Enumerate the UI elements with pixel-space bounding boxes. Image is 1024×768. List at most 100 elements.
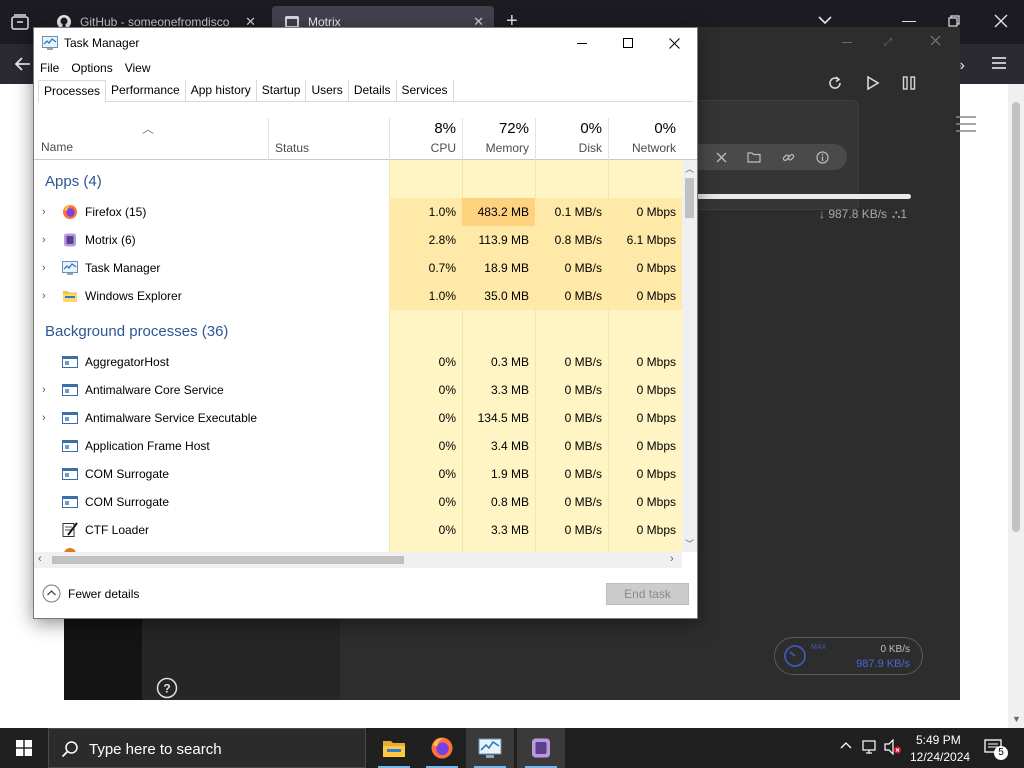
taskbar-file-explorer[interactable] bbox=[370, 728, 418, 768]
group-apps[interactable]: Apps (4) bbox=[45, 173, 102, 190]
table-row[interactable]: COM Surrogate 0% 0.8 MB 0 MB/s 0 Mbps bbox=[34, 488, 682, 516]
expand-chevron-icon[interactable]: › bbox=[42, 412, 46, 424]
memory-cell: 18.9 MB bbox=[462, 254, 535, 282]
motrix-maximize-icon[interactable]: ⤢ bbox=[884, 37, 892, 48]
motrix-minimize-icon[interactable] bbox=[842, 42, 852, 43]
table-row[interactable]: › Motrix (6) 2.8% 113.9 MB 0.8 MB/s 6.1 … bbox=[34, 226, 682, 254]
expand-chevron-icon[interactable]: › bbox=[42, 290, 46, 302]
scroll-right-arrow-icon[interactable]: › bbox=[670, 553, 674, 565]
search-placeholder: Type here to search bbox=[89, 741, 222, 758]
disk-cell: 0 MB/s bbox=[535, 254, 608, 282]
end-task-button[interactable]: End task bbox=[606, 583, 689, 605]
memory-cell: 1.9 MB bbox=[490, 467, 529, 481]
info-icon[interactable] bbox=[816, 150, 829, 164]
disk-cell: 0.8 MB/s bbox=[535, 226, 608, 254]
table-row[interactable]: › Task Manager 0.7% 18.9 MB 0 MB/s 0 Mbp… bbox=[34, 254, 682, 282]
title-bar[interactable]: Task Manager bbox=[34, 28, 697, 58]
table-row[interactable]: Application Frame Host 0% 3.4 MB 0 MB/s … bbox=[34, 432, 682, 460]
expand-chevron-icon[interactable]: › bbox=[42, 384, 46, 396]
tab-app-history[interactable]: App history bbox=[186, 80, 257, 101]
horizontal-scroll-thumb[interactable] bbox=[52, 556, 404, 564]
memory-cell: 0.3 MB bbox=[490, 355, 529, 369]
tab-details[interactable]: Details bbox=[349, 80, 397, 101]
taskbar-task-manager[interactable] bbox=[466, 728, 514, 768]
page-scroll-thumb[interactable] bbox=[1012, 102, 1020, 532]
group-background-processes[interactable]: Background processes (36) bbox=[45, 323, 228, 340]
help-icon[interactable]: ? bbox=[156, 677, 178, 699]
refresh-icon[interactable] bbox=[827, 75, 843, 91]
taskbar-motrix[interactable] bbox=[517, 728, 565, 768]
table-row[interactable]: AggregatorHost 0% 0.3 MB 0 MB/s 0 Mbps bbox=[34, 348, 682, 376]
tab-list-icon[interactable] bbox=[11, 14, 29, 30]
start-button[interactable] bbox=[0, 728, 48, 768]
menu-file[interactable]: File bbox=[34, 58, 65, 78]
task-manager-app-icon bbox=[42, 35, 58, 51]
menu-view[interactable]: View bbox=[119, 58, 157, 78]
vertical-scroll-thumb[interactable] bbox=[685, 178, 694, 218]
column-disk[interactable]: 0% Disk bbox=[535, 118, 608, 160]
show-hidden-icons-chevron-icon[interactable] bbox=[840, 741, 852, 749]
tab-startup[interactable]: Startup bbox=[257, 80, 307, 101]
hamburger-menu-icon[interactable] bbox=[956, 115, 976, 133]
tab-performance[interactable]: Performance bbox=[106, 80, 186, 101]
table-row[interactable]: CTF Loader 0% 3.3 MB 0 MB/s 0 Mbps bbox=[34, 516, 682, 544]
minimize-icon[interactable] bbox=[902, 21, 916, 22]
delete-task-icon[interactable] bbox=[716, 152, 727, 163]
close-button[interactable] bbox=[651, 28, 697, 58]
menu-options[interactable]: Options bbox=[65, 58, 118, 78]
process-name: COM Surrogate bbox=[85, 467, 170, 481]
table-row[interactable]: › Firefox (15) 1.0% 483.2 MB 0.1 MB/s 0 … bbox=[34, 198, 682, 226]
column-cpu[interactable]: 8% CPU bbox=[389, 118, 462, 160]
resume-all-icon[interactable] bbox=[866, 76, 880, 90]
tab-services[interactable]: Services bbox=[397, 80, 454, 101]
tab-users[interactable]: Users bbox=[306, 80, 349, 101]
network-cell: 0 Mbps bbox=[608, 198, 682, 226]
tab-processes[interactable]: Processes bbox=[38, 80, 107, 103]
motrix-close-icon[interactable] bbox=[930, 35, 941, 46]
scroll-left-arrow-icon[interactable]: ‹ bbox=[38, 553, 42, 565]
scroll-down-arrow-icon[interactable]: ▼ bbox=[1012, 714, 1021, 724]
horizontal-scrollbar[interactable]: ‹ › bbox=[34, 552, 682, 568]
list-all-tabs-icon[interactable] bbox=[818, 15, 832, 25]
copy-link-icon[interactable] bbox=[782, 151, 795, 164]
file-explorer-icon bbox=[383, 741, 405, 757]
cpu-cell: 2.8% bbox=[389, 226, 462, 254]
vertical-scrollbar[interactable]: ︿ ﹀ bbox=[682, 160, 697, 552]
svg-text:?: ? bbox=[163, 682, 170, 696]
expand-chevron-icon[interactable]: › bbox=[42, 262, 46, 274]
pause-all-icon[interactable] bbox=[902, 76, 916, 90]
clock-time[interactable]: 5:49 PM bbox=[916, 733, 961, 747]
maximize-button[interactable] bbox=[605, 28, 651, 58]
task-manager-icon bbox=[478, 738, 502, 758]
memory-cell: 3.3 MB bbox=[490, 383, 529, 397]
taskbar-search-box[interactable]: Type here to search bbox=[48, 728, 366, 768]
table-row[interactable]: › Antimalware Service Executable 0% 134.… bbox=[34, 404, 682, 432]
back-icon[interactable] bbox=[14, 56, 32, 72]
column-memory[interactable]: 72% Memory bbox=[462, 118, 535, 160]
process-list: Apps (4) › Firefox (15) 1.0% 483.2 MB 0.… bbox=[34, 160, 682, 552]
clock-date[interactable]: 12/24/2024 bbox=[910, 750, 970, 764]
app-menu-icon[interactable] bbox=[992, 57, 1006, 69]
column-header: ︿ Name Status 8% CPU 72% Memory 0% Disk … bbox=[34, 118, 697, 160]
taskbar-firefox[interactable] bbox=[418, 728, 466, 768]
restore-icon[interactable] bbox=[948, 15, 960, 27]
column-name[interactable]: Name bbox=[41, 140, 73, 154]
fewer-details-button[interactable]: Fewer details bbox=[42, 584, 139, 603]
minimize-button[interactable] bbox=[559, 28, 605, 58]
folder-icon[interactable] bbox=[747, 151, 762, 163]
scroll-down-arrow-icon[interactable]: ﹀ bbox=[685, 537, 694, 550]
table-row[interactable]: › Antimalware Core Service 0% 3.3 MB 0 M… bbox=[34, 376, 682, 404]
memory-total: 72% bbox=[498, 120, 529, 137]
network-icon[interactable] bbox=[862, 739, 880, 755]
table-row[interactable]: › Windows Explorer 1.0% 35.0 MB 0 MB/s 0… bbox=[34, 282, 682, 310]
table-row[interactable]: COM Surrogate 0% 1.9 MB 0 MB/s 0 Mbps bbox=[34, 460, 682, 488]
column-network[interactable]: 0% Network bbox=[608, 118, 682, 160]
expand-chevron-icon[interactable]: › bbox=[42, 234, 46, 246]
close-window-icon[interactable] bbox=[994, 14, 1008, 28]
speedometer[interactable]: MAX 0 KB/s 987.9 KB/s bbox=[774, 637, 923, 675]
page-scrollbar[interactable]: ▼ bbox=[1008, 84, 1024, 728]
column-status-header[interactable]: Status bbox=[268, 118, 389, 160]
scroll-up-arrow-icon[interactable]: ︿ bbox=[685, 162, 694, 175]
volume-muted-icon[interactable] bbox=[884, 739, 902, 755]
expand-chevron-icon[interactable]: › bbox=[42, 206, 46, 218]
